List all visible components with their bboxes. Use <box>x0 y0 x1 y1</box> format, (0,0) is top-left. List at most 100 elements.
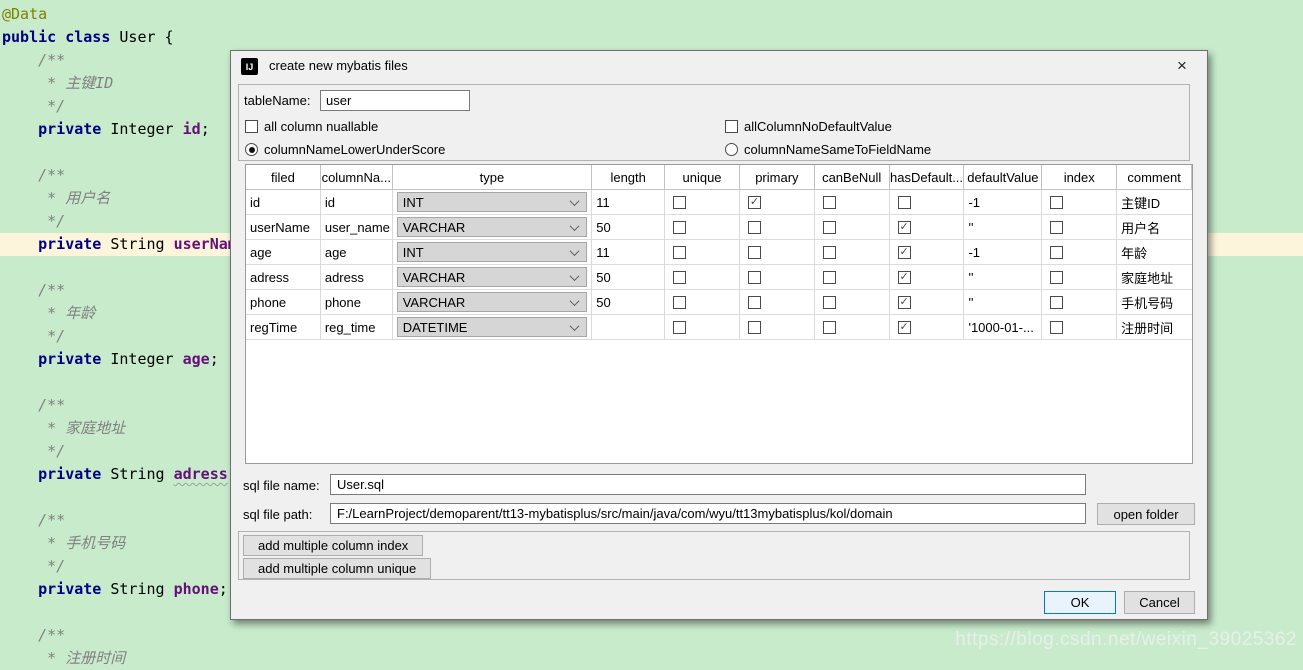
table-row: ididINT11✓-1主键ID <box>246 190 1192 215</box>
cell-comment[interactable]: 用户名 <box>1117 215 1192 239</box>
cell-comment[interactable]: 年龄 <box>1117 240 1192 264</box>
option-column-name-same-to-field[interactable]: columnNameSameToFieldName <box>725 142 931 157</box>
can_be_null-checkbox[interactable] <box>823 246 836 259</box>
sql-file-path-input[interactable] <box>330 503 1086 524</box>
all-column-nullable-checkbox[interactable] <box>245 120 258 133</box>
cell-can_be_null <box>815 215 890 239</box>
has_default-checkbox[interactable]: ✓ <box>898 321 911 334</box>
cell-filed[interactable]: regTime <box>246 315 321 339</box>
primary-checkbox[interactable] <box>748 221 761 234</box>
cell-filed[interactable]: phone <box>246 290 321 314</box>
cell-default_value[interactable]: '' <box>964 215 1042 239</box>
tablename-input[interactable] <box>320 90 470 111</box>
add-multiple-column-index-button[interactable]: add multiple column index <box>243 535 423 556</box>
type-dropdown[interactable]: INT <box>397 192 588 212</box>
primary-checkbox[interactable]: ✓ <box>748 196 761 209</box>
type-dropdown[interactable]: INT <box>397 242 588 262</box>
cell-default_value[interactable]: '' <box>964 265 1042 289</box>
cell-comment[interactable]: 家庭地址 <box>1117 265 1192 289</box>
cell-length[interactable]: 50 <box>592 290 665 314</box>
primary-checkbox[interactable] <box>748 296 761 309</box>
primary-checkbox[interactable] <box>748 271 761 284</box>
can_be_null-checkbox[interactable] <box>823 321 836 334</box>
open-folder-button[interactable]: open folder <box>1097 503 1195 525</box>
add-multiple-column-unique-button[interactable]: add multiple column unique <box>243 558 431 579</box>
has_default-checkbox[interactable]: ✓ <box>898 271 911 284</box>
can_be_null-checkbox[interactable] <box>823 196 836 209</box>
dialog-titlebar[interactable]: IJ create new mybatis files × <box>231 51 1207 81</box>
cell-has_default: ✓ <box>890 265 965 289</box>
watermark: https://blog.csdn.net/weixin_39025362 <box>955 629 1297 651</box>
cancel-button[interactable]: Cancel <box>1124 591 1195 614</box>
cell-comment[interactable]: 注册时间 <box>1117 315 1192 339</box>
cell-default_value[interactable]: -1 <box>964 190 1042 214</box>
has_default-checkbox[interactable] <box>898 196 911 209</box>
option-column-name-lower-under[interactable]: columnNameLowerUnderScore <box>245 142 445 157</box>
cell-length[interactable]: 11 <box>592 190 665 214</box>
type-dropdown[interactable]: VARCHAR <box>397 267 588 287</box>
column-name-lower-under-radio[interactable] <box>245 143 258 156</box>
cell-column_name[interactable]: age <box>321 240 393 264</box>
cell-type: INT <box>393 190 593 214</box>
index-checkbox[interactable] <box>1050 321 1063 334</box>
cell-has_default: ✓ <box>890 315 965 339</box>
cell-column_name[interactable]: phone <box>321 290 393 314</box>
column-name-same-to-field-radio[interactable] <box>725 143 738 156</box>
cell-length[interactable]: 50 <box>592 215 665 239</box>
option-all-column-nullable[interactable]: all column nuallable <box>245 119 378 134</box>
cell-default_value[interactable]: -1 <box>964 240 1042 264</box>
can_be_null-checkbox[interactable] <box>823 221 836 234</box>
cell-column_name[interactable]: user_name <box>321 215 393 239</box>
cell-filed[interactable]: adress <box>246 265 321 289</box>
unique-checkbox[interactable] <box>673 246 686 259</box>
type-dropdown-value: VARCHAR <box>403 220 466 235</box>
index-checkbox[interactable] <box>1050 246 1063 259</box>
ok-button[interactable]: OK <box>1044 591 1116 614</box>
has_default-checkbox[interactable]: ✓ <box>898 296 911 309</box>
type-dropdown[interactable]: VARCHAR <box>397 292 588 312</box>
all-column-no-default-checkbox[interactable] <box>725 120 738 133</box>
index-checkbox[interactable] <box>1050 196 1063 209</box>
has_default-checkbox[interactable]: ✓ <box>898 221 911 234</box>
chevron-down-icon <box>570 196 580 206</box>
cell-length[interactable]: 50 <box>592 265 665 289</box>
cell-can_be_null <box>815 315 890 339</box>
cell-default_value[interactable]: '' <box>964 290 1042 314</box>
option-all-column-no-default[interactable]: allColumnNoDefaultValue <box>725 119 892 134</box>
unique-checkbox[interactable] <box>673 196 686 209</box>
type-dropdown-value: INT <box>403 245 424 260</box>
unique-checkbox[interactable] <box>673 296 686 309</box>
cell-type: VARCHAR <box>393 215 593 239</box>
chevron-down-icon <box>570 321 580 331</box>
type-dropdown[interactable]: VARCHAR <box>397 217 588 237</box>
cell-unique <box>665 315 740 339</box>
primary-checkbox[interactable] <box>748 246 761 259</box>
cell-comment[interactable]: 主键ID <box>1117 190 1192 214</box>
index-checkbox[interactable] <box>1050 221 1063 234</box>
close-icon[interactable]: × <box>1171 55 1193 77</box>
cell-filed[interactable]: id <box>246 190 321 214</box>
cell-column_name[interactable]: reg_time <box>321 315 393 339</box>
cell-column_name[interactable]: id <box>321 190 393 214</box>
has_default-checkbox[interactable]: ✓ <box>898 246 911 259</box>
cell-filed[interactable]: userName <box>246 215 321 239</box>
can_be_null-checkbox[interactable] <box>823 296 836 309</box>
tablename-label: tableName: <box>244 93 310 108</box>
cell-has_default: ✓ <box>890 240 965 264</box>
cell-filed[interactable]: age <box>246 240 321 264</box>
index-checkbox[interactable] <box>1050 296 1063 309</box>
cell-length[interactable] <box>592 315 665 339</box>
cell-length[interactable]: 11 <box>592 240 665 264</box>
cell-comment[interactable]: 手机号码 <box>1117 290 1192 314</box>
sql-file-name-label: sql file name: <box>243 478 320 493</box>
unique-checkbox[interactable] <box>673 321 686 334</box>
primary-checkbox[interactable] <box>748 321 761 334</box>
unique-checkbox[interactable] <box>673 271 686 284</box>
index-checkbox[interactable] <box>1050 271 1063 284</box>
cell-default_value[interactable]: '1000-01-... <box>964 315 1042 339</box>
cell-column_name[interactable]: adress <box>321 265 393 289</box>
type-dropdown[interactable]: DATETIME <box>397 317 588 337</box>
can_be_null-checkbox[interactable] <box>823 271 836 284</box>
sql-file-name-input[interactable] <box>330 474 1086 495</box>
unique-checkbox[interactable] <box>673 221 686 234</box>
